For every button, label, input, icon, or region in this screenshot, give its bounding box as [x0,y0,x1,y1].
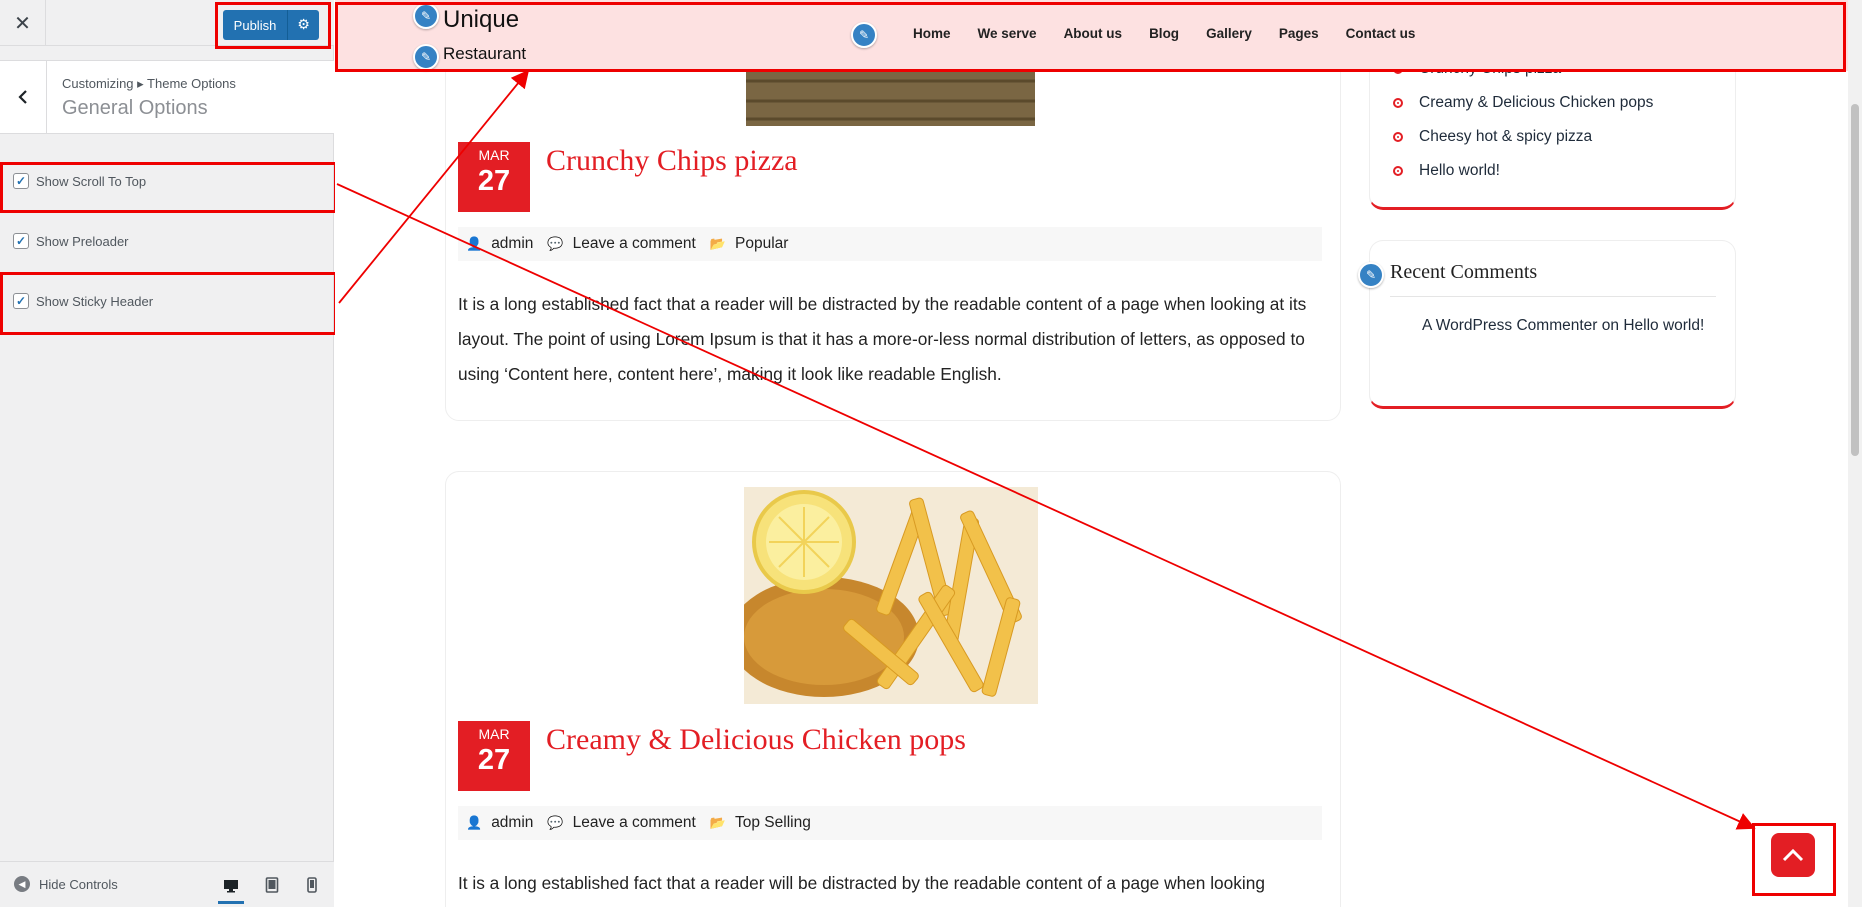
post-image[interactable] [744,487,1038,704]
customizer-footer: ◀ Hide Controls [0,861,334,907]
publish-settings-button[interactable]: ⚙ [287,10,319,40]
recent-comment-item: A WordPress Commenter on Hello world! [1422,311,1712,340]
section-header: Customizing ▸ Theme Options General Opti… [0,60,334,134]
post-author[interactable]: admin [491,814,533,832]
tablet-icon [265,877,279,893]
option-show-sticky-header[interactable]: ✓ Show Sticky Header [13,291,153,311]
folder-icon: 📂 [709,815,726,830]
scrollbar-thumb[interactable] [1851,104,1859,456]
folder-icon: 📂 [709,236,726,251]
post-day: 27 [477,165,511,197]
post-author[interactable]: admin [491,235,533,253]
desktop-icon [224,879,238,892]
comment-icon: 💬 [547,815,564,830]
customizer-header: ✕ Publish ⚙ [0,0,334,46]
recent-post-item[interactable]: Hello world! [1370,154,1653,188]
post-excerpt: It is a long established fact that a rea… [458,294,1307,384]
post-excerpt: It is a long established fact that a rea… [458,873,1265,893]
chevron-left-icon [18,90,27,104]
post-category[interactable]: Top Selling [735,814,811,832]
bullet-icon [1393,98,1403,108]
recent-posts-list: Crunchy Chips pizza Creamy & Delicious C… [1370,52,1653,188]
chicken-fries-photo [744,487,1038,704]
nav-gallery[interactable]: Gallery [1206,26,1252,41]
post-category[interactable]: Popular [735,235,788,253]
close-customizer-button[interactable]: ✕ [0,0,46,45]
preview-tablet-button[interactable] [259,872,285,898]
mobile-icon [307,877,317,893]
publish-group: Publish ⚙ [223,10,319,40]
post-title[interactable]: Creamy & Delicious Chicken pops [546,723,966,757]
comment-on: on [1601,317,1619,334]
comment-post-link[interactable]: Hello world! [1623,317,1704,334]
gear-icon: ⚙ [297,17,310,33]
post-comment-link[interactable]: Leave a comment [573,814,696,832]
post-meta: 👤 admin 💬 Leave a comment 📂 Top Selling [458,806,1322,840]
site-preview: MAR 27 Crunchy Chips pizza 👤 admin 💬 Leave… [335,0,1848,907]
comment-author[interactable]: A WordPress Commenter [1422,317,1597,334]
nav-about-us[interactable]: About us [1064,26,1123,41]
checkbox-preloader[interactable]: ✓ [13,233,29,249]
comment-icon: 💬 [547,236,564,251]
post-day: 27 [477,744,511,776]
edit-tagline-icon[interactable]: ✎ [413,44,439,70]
post-month: MAR [478,147,510,163]
widget-title: Recent Comments [1390,261,1538,283]
bullet-icon [1393,166,1403,176]
preview-mobile-button[interactable] [299,872,325,898]
preview-scrollbar[interactable] [1848,0,1862,907]
site-tagline: Restaurant [443,44,527,63]
recent-post-item[interactable]: Cheesy hot & spicy pizza [1370,120,1653,154]
nav-home[interactable]: Home [913,26,951,41]
edit-menu-icon[interactable]: ✎ [851,22,877,48]
widget-divider [1390,296,1716,297]
option-label: Show Preloader [36,233,129,249]
main-navigation: Home We serve About us Blog Gallery Page… [913,26,1442,41]
scroll-to-top-button[interactable] [1771,833,1815,877]
customizer-sidebar: ✕ Publish ⚙ Customizing ▸ Theme Options … [0,0,334,907]
post-comment-link[interactable]: Leave a comment [573,235,696,253]
nav-we-serve[interactable]: We serve [978,26,1037,41]
edit-shortcut-icon[interactable]: ✎ [1358,262,1384,288]
back-button[interactable] [0,61,47,133]
user-icon: 👤 [466,815,483,830]
close-icon: ✕ [14,10,31,35]
site-header: ✎ Unique ✎ Restaurant ✎ Home We serve Ab… [335,0,1848,71]
option-show-scroll-to-top[interactable]: ✓ Show Scroll To Top [13,171,146,191]
post-card: MAR 27 Creamy & Delicious Chicken pops 👤… [445,471,1341,907]
post-title[interactable]: Crunchy Chips pizza [546,144,798,178]
section-title: General Options [62,97,208,119]
nav-blog[interactable]: Blog [1149,26,1179,41]
recent-post-item[interactable]: Creamy & Delicious Chicken pops [1370,86,1653,120]
site-title[interactable]: Unique [443,6,519,34]
chevron-up-icon [1782,848,1804,862]
post-date: MAR 27 [458,142,530,212]
hide-controls-button[interactable]: ◀ Hide Controls [14,876,118,892]
edit-title-icon[interactable]: ✎ [413,3,439,29]
checkbox-scroll-to-top[interactable]: ✓ [13,173,29,189]
bullet-icon [1393,132,1403,142]
post-date: MAR 27 [458,721,530,791]
option-show-preloader[interactable]: ✓ Show Preloader [13,231,129,251]
post-month: MAR [478,726,510,742]
preview-desktop-button[interactable] [218,870,244,904]
post-meta: 👤 admin 💬 Leave a comment 📂 Popular [458,227,1322,261]
collapse-icon: ◀ [14,876,30,892]
option-label: Show Sticky Header [36,293,154,309]
breadcrumb: Customizing ▸ Theme Options [62,76,236,91]
user-icon: 👤 [466,236,483,251]
publish-button[interactable]: Publish [223,10,287,40]
option-label: Show Scroll To Top [36,173,147,189]
checkbox-sticky-header[interactable]: ✓ [13,293,29,309]
recent-comments-widget: Recent Comments A WordPress Commenter on… [1369,240,1736,409]
hide-controls-label: Hide Controls [39,876,118,892]
nav-contact-us[interactable]: Contact us [1346,26,1416,41]
nav-pages[interactable]: Pages [1279,26,1319,41]
